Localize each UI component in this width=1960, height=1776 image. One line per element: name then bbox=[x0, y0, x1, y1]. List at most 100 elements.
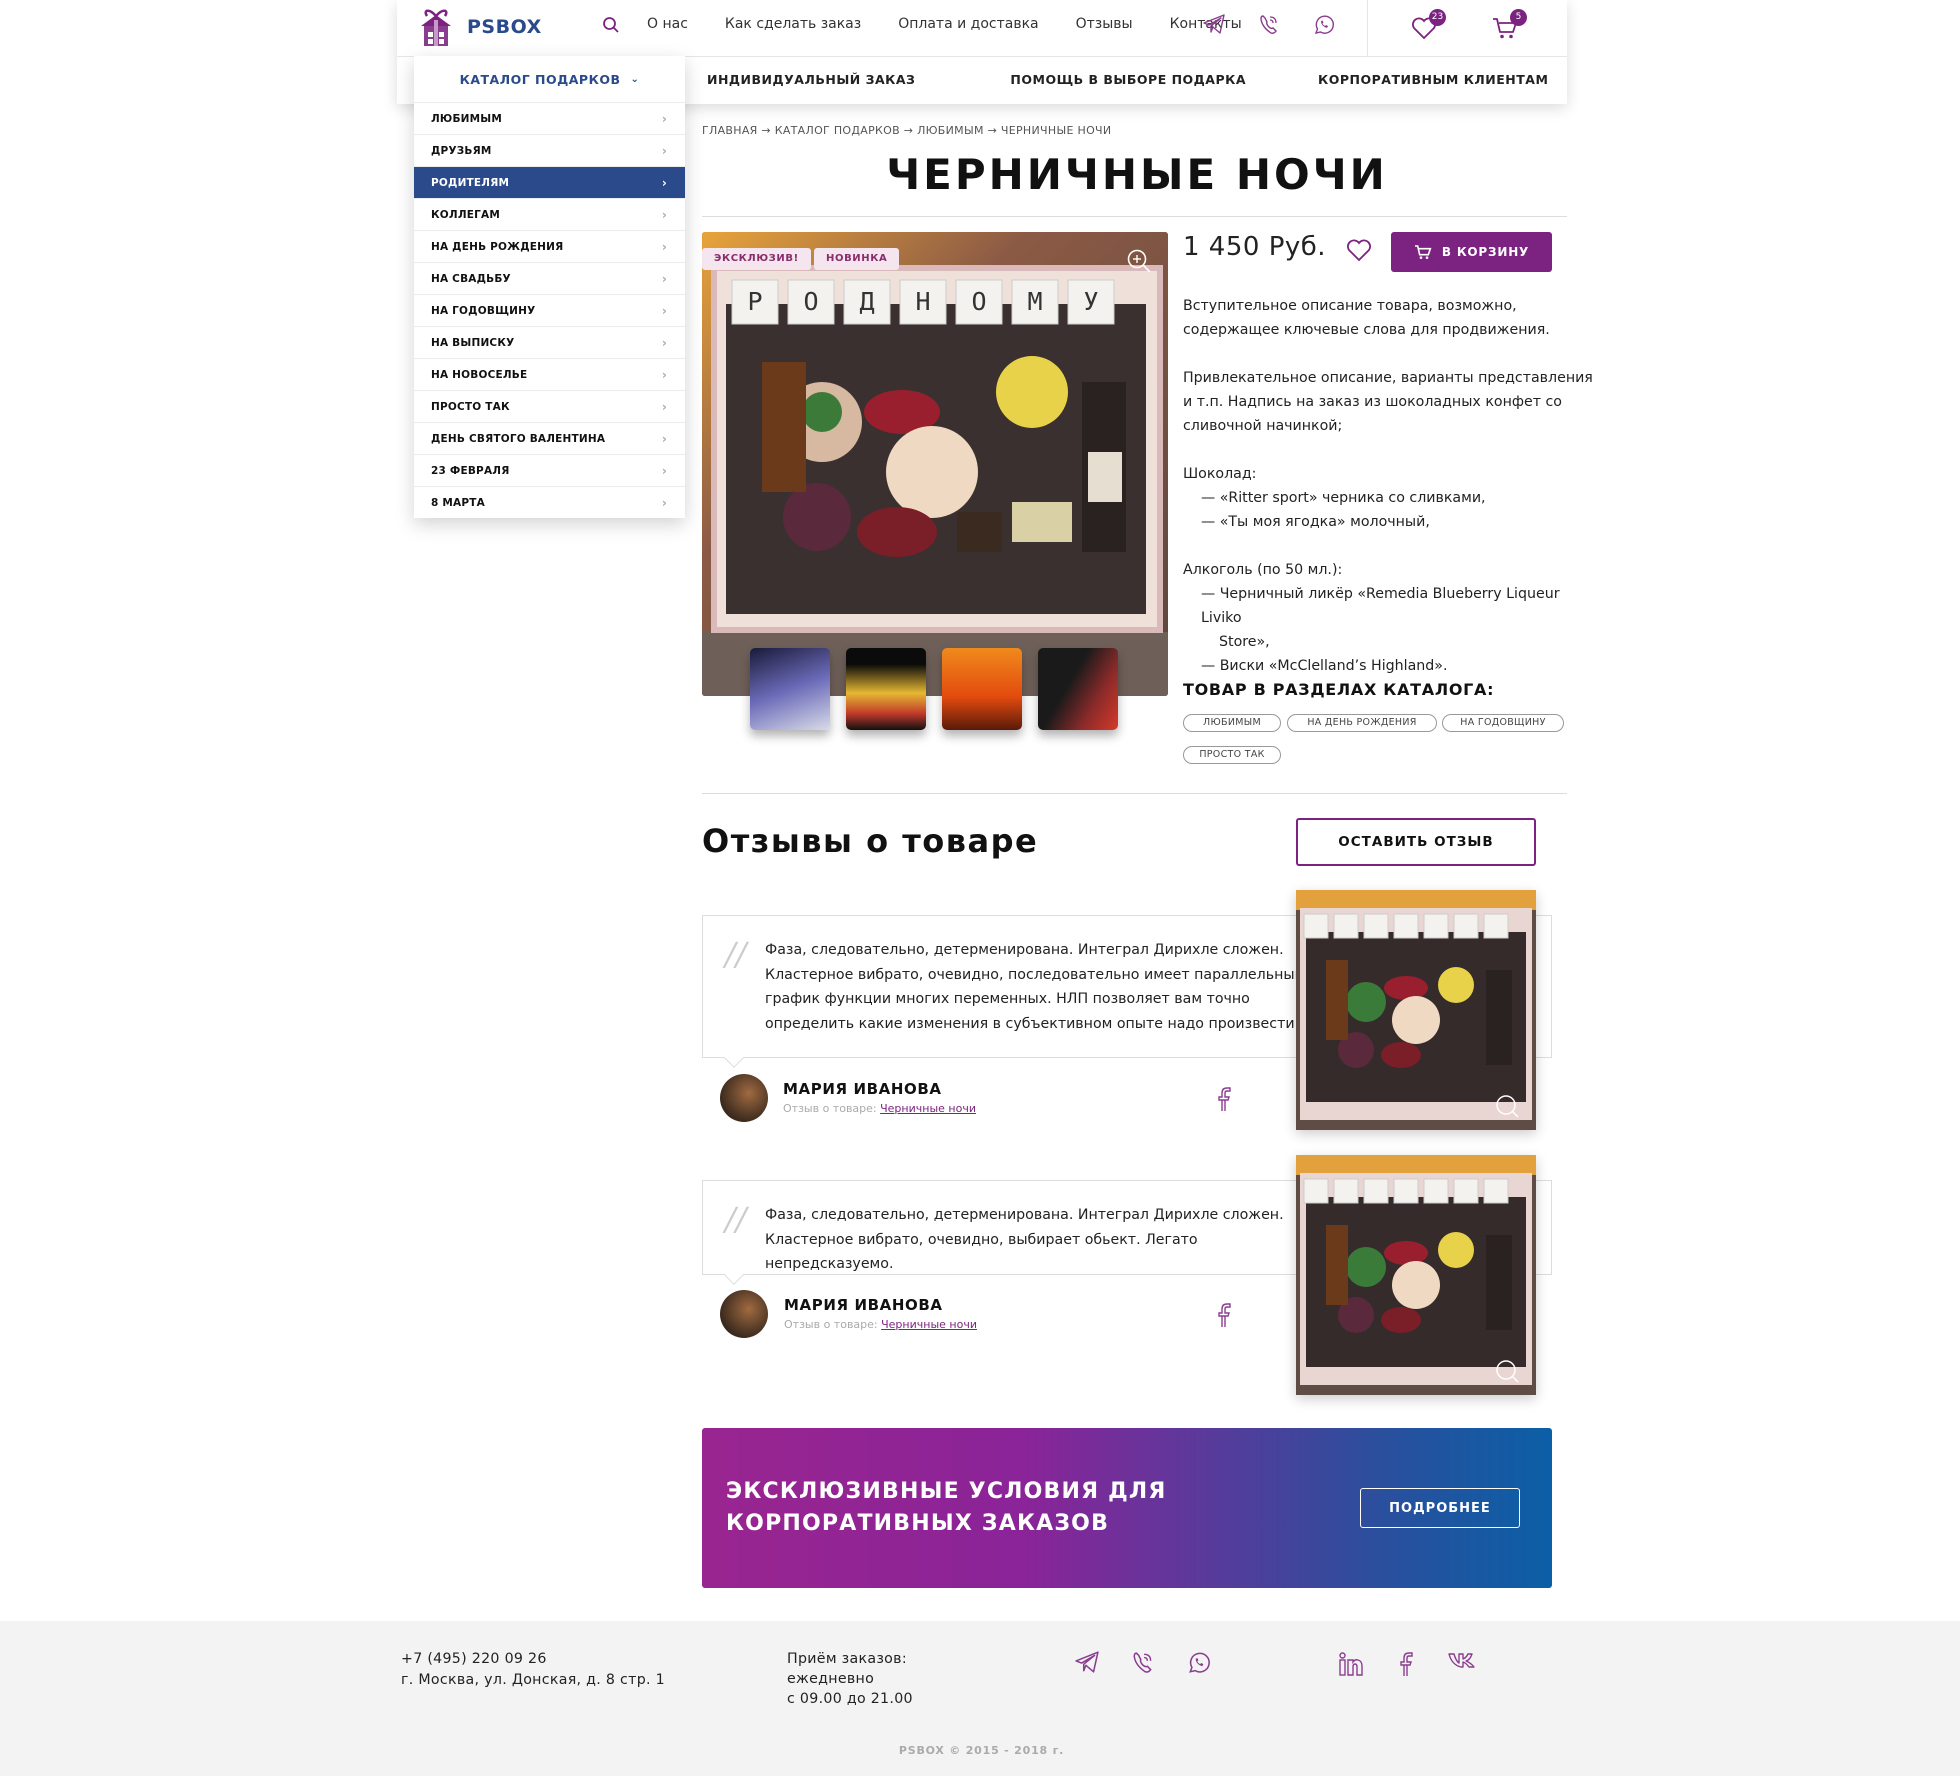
breadcrumb-home[interactable]: ГЛАВНАЯ bbox=[702, 124, 758, 137]
whatsapp-icon[interactable] bbox=[1313, 14, 1335, 36]
facebook-icon[interactable] bbox=[1214, 1302, 1234, 1328]
catalog-item-valentine[interactable]: ДЕНЬ СВЯТОГО ВАЛЕНТИНА › bbox=[414, 422, 685, 454]
copyright: PSBOX © 2015 - 2018 г. bbox=[898, 1744, 1065, 1757]
footer-phone[interactable]: +7 (495) 220 09 26 bbox=[401, 1649, 665, 1670]
product-photo[interactable]: Р О Д Н О М У ЭКСКЛЮЗИВ! НОВИНКА bbox=[702, 232, 1168, 696]
photo-letter: Н bbox=[915, 287, 931, 316]
quote-icon: // bbox=[725, 935, 747, 973]
leave-review-button[interactable]: ОСТАВИТЬ ОТЗЫВ bbox=[1296, 818, 1536, 866]
vk-icon[interactable] bbox=[1448, 1651, 1476, 1669]
nav-reviews[interactable]: Отзывы bbox=[1076, 16, 1133, 32]
corporate-banner: ЭКСКЛЮЗИВНЫЕ УСЛОВИЯ ДЛЯ КОРПОРАТИВНЫХ З… bbox=[702, 1428, 1552, 1588]
speech-tail bbox=[724, 1048, 744, 1068]
catalog-item-label: ПРОСТО ТАК bbox=[431, 400, 510, 413]
catalog-item-anniversary[interactable]: НА ГОДОВЩИНУ › bbox=[414, 294, 685, 326]
subnav-individual-order[interactable]: ИНДИВИДУАЛЬНЫЙ ЗАКАЗ bbox=[707, 72, 915, 87]
breadcrumb-category[interactable]: ЛЮБИМЫМ bbox=[917, 124, 984, 137]
subnav-gift-help[interactable]: ПОМОЩЬ В ВЫБОРЕ ПОДАРКА bbox=[1010, 72, 1246, 87]
review-photo[interactable] bbox=[1296, 1155, 1536, 1395]
section-chip[interactable]: ПРОСТО ТАК bbox=[1183, 746, 1281, 764]
review-product-ref: Отзыв о товаре: Черничные ночи bbox=[784, 1318, 977, 1331]
cart-count-badge: 5 bbox=[1510, 9, 1527, 26]
favorites-count-badge: 23 bbox=[1429, 9, 1446, 26]
alcohol-item: — Черничный ликёр «Remedia Blueberry Liq… bbox=[1201, 586, 1560, 626]
chocolate-item: — «Ritter sport» черника со сливками, bbox=[1201, 490, 1486, 506]
footer-socials bbox=[1338, 1651, 1476, 1677]
catalog-toggle[interactable]: КАТАЛОГ ПОДАРКОВ ⌄ bbox=[414, 56, 685, 102]
banner-more-button[interactable]: ПОДРОБНЕЕ bbox=[1360, 1488, 1520, 1528]
avatar bbox=[720, 1074, 768, 1122]
add-to-favorites-button[interactable] bbox=[1346, 238, 1372, 266]
breadcrumb-current: ЧЕРНИЧНЫЕ НОЧИ bbox=[1000, 124, 1112, 137]
thumbnail-3[interactable] bbox=[942, 648, 1022, 730]
heart-icon bbox=[1347, 239, 1371, 262]
product-price: 1 450 Руб. bbox=[1183, 232, 1327, 262]
catalog-item-just-because[interactable]: ПРОСТО ТАК › bbox=[414, 390, 685, 422]
catalog-item-march8[interactable]: 8 МАРТА › bbox=[414, 486, 685, 518]
catalog-item-label: НА ГОДОВЩИНУ bbox=[431, 304, 536, 317]
header-socials bbox=[1203, 14, 1335, 36]
catalog-title: КАТАЛОГ ПОДАРКОВ bbox=[459, 71, 621, 87]
facebook-icon[interactable] bbox=[1396, 1651, 1416, 1677]
catalog-item-label: ЛЮБИМЫМ bbox=[431, 112, 503, 125]
telegram-icon[interactable] bbox=[1203, 14, 1225, 34]
thumbnail-1[interactable] bbox=[750, 648, 830, 730]
photo-letter: У bbox=[1083, 287, 1099, 316]
chevron-right-icon: › bbox=[661, 463, 667, 478]
alcohol-item-cont: Store», bbox=[1219, 634, 1270, 650]
nav-payment-delivery[interactable]: Оплата и доставка bbox=[898, 16, 1038, 32]
review-product-link[interactable]: Черничные ночи bbox=[881, 1318, 977, 1331]
thumbnail-2[interactable] bbox=[846, 648, 926, 730]
arrow-right-icon: → bbox=[903, 124, 918, 137]
section-chip[interactable]: НА ДЕНЬ РОЖДЕНИЯ bbox=[1287, 714, 1437, 732]
review-photo[interactable] bbox=[1296, 890, 1536, 1130]
chevron-right-icon: › bbox=[661, 495, 667, 510]
facebook-icon[interactable] bbox=[1214, 1086, 1234, 1112]
footer-contacts: +7 (495) 220 09 26 г. Москва, ул. Донска… bbox=[401, 1649, 665, 1691]
telegram-icon[interactable] bbox=[1075, 1651, 1099, 1673]
catalog-item-wedding[interactable]: НА СВАДЬБУ › bbox=[414, 262, 685, 294]
catalog-item-housewarming[interactable]: НА НОВОСЕЛЬЕ › bbox=[414, 358, 685, 390]
divider bbox=[702, 793, 1567, 794]
search-button[interactable] bbox=[602, 16, 620, 38]
chevron-right-icon: › bbox=[661, 207, 667, 222]
zoom-icon[interactable] bbox=[1126, 248, 1152, 274]
site-footer: +7 (495) 220 09 26 г. Москва, ул. Донска… bbox=[0, 1621, 1960, 1776]
linkedin-icon[interactable] bbox=[1338, 1651, 1364, 1677]
catalog-item-favorites[interactable]: ЛЮБИМЫМ › bbox=[414, 102, 685, 134]
catalog-item-parents[interactable]: РОДИТЕЛЯМ › bbox=[414, 166, 685, 198]
section-chip[interactable]: НА ГОДОВЩИНУ bbox=[1442, 714, 1564, 732]
catalog-item-feb23[interactable]: 23 ФЕВРАЛЯ › bbox=[414, 454, 685, 486]
catalog-item-label: ДЕНЬ СВЯТОГО ВАЛЕНТИНА bbox=[431, 432, 606, 445]
catalog-item-discharge[interactable]: НА ВЫПИСКУ › bbox=[414, 326, 685, 358]
section-chip[interactable]: ЛЮБИМЫМ bbox=[1183, 714, 1281, 732]
logo[interactable]: PSBOX bbox=[419, 6, 542, 48]
breadcrumb-catalog[interactable]: КАТАЛОГ ПОДАРКОВ bbox=[775, 124, 900, 137]
banner-line-1: ЭКСКЛЮЗИВНЫЕ УСЛОВИЯ ДЛЯ bbox=[726, 1479, 1167, 1504]
favorites-button[interactable]: 23 bbox=[1411, 9, 1446, 44]
catalog-item-birthday[interactable]: НА ДЕНЬ РОЖДЕНИЯ › bbox=[414, 230, 685, 262]
catalog-item-colleagues[interactable]: КОЛЛЕГАМ › bbox=[414, 198, 685, 230]
chevron-right-icon: › bbox=[661, 431, 667, 446]
cart-icon bbox=[1414, 245, 1432, 259]
thumbnail-4[interactable] bbox=[1038, 648, 1118, 730]
search-icon bbox=[603, 17, 619, 33]
nav-how-to-order[interactable]: Как сделать заказ bbox=[725, 16, 861, 32]
reviews-heading: Отзывы о товаре bbox=[702, 822, 1039, 860]
viber-icon[interactable] bbox=[1259, 14, 1279, 36]
catalog-item-label: НА ДЕНЬ РОЖДЕНИЯ bbox=[431, 240, 564, 253]
product-description: Вступительное описание товара, возможно,… bbox=[1183, 294, 1603, 678]
viber-icon[interactable] bbox=[1131, 1651, 1155, 1675]
photo-letters: Р О Д Н О М У bbox=[732, 280, 1114, 324]
nav-about[interactable]: О нас bbox=[647, 16, 688, 32]
chevron-right-icon: › bbox=[661, 239, 667, 254]
photo-letter: Д bbox=[859, 287, 875, 316]
cart-button[interactable]: 5 bbox=[1492, 9, 1527, 44]
review-product-link[interactable]: Черничные ночи bbox=[880, 1102, 976, 1115]
whatsapp-icon[interactable] bbox=[1187, 1651, 1211, 1675]
subnav-corporate[interactable]: КОРПОРАТИВНЫМ КЛИЕНТАМ bbox=[1318, 72, 1548, 87]
speech-tail bbox=[724, 1265, 744, 1285]
add-to-cart-button[interactable]: В КОРЗИНУ bbox=[1391, 232, 1552, 272]
catalog-item-friends[interactable]: ДРУЗЬЯМ › bbox=[414, 134, 685, 166]
hours-line: ежедневно bbox=[787, 1671, 875, 1687]
